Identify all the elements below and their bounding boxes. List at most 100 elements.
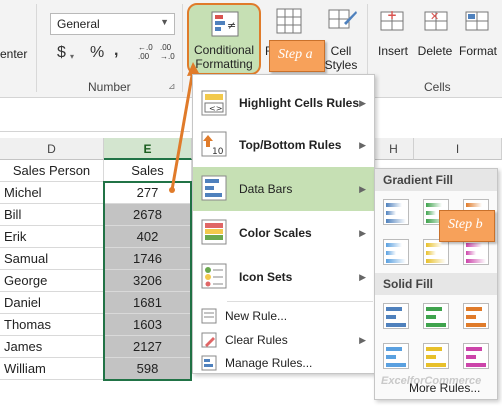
- delete-button[interactable]: Delete: [414, 44, 456, 58]
- submenu-arrow-icon: ▶: [359, 227, 366, 238]
- submenu-arrow-icon: ▶: [359, 139, 366, 150]
- top-bottom-icon: 10: [201, 131, 227, 157]
- menu-item-manage-rules[interactable]: Manage Rules...: [193, 352, 374, 374]
- gradient-fill-bar-option[interactable]: [423, 239, 449, 265]
- svg-text:<>: <>: [209, 104, 222, 113]
- column-header-h[interactable]: H: [374, 138, 414, 160]
- cells-group-label: Cells: [424, 80, 451, 94]
- sales-value-cell[interactable]: 1681: [104, 292, 192, 314]
- submenu-arrow-icon: ▶: [359, 334, 366, 345]
- percent-button[interactable]: %: [90, 44, 104, 62]
- delete-icon: ✕: [424, 10, 448, 31]
- alignment-label-fragment: enter: [0, 47, 28, 61]
- sales-person-cell[interactable]: Samual: [0, 248, 104, 270]
- header-sales-person[interactable]: Sales Person: [0, 160, 104, 182]
- chevron-down-icon: ▾: [70, 52, 75, 61]
- svg-text:10: 10: [212, 147, 224, 157]
- number-format-value: General: [57, 17, 100, 31]
- more-rules-link[interactable]: More Rules...: [409, 381, 480, 395]
- sales-value-cell[interactable]: 1746: [104, 248, 192, 270]
- menu-divider: [227, 301, 373, 302]
- number-group-label: Number: [88, 80, 131, 94]
- solid-fill-bar-option[interactable]: [383, 303, 409, 329]
- currency-button[interactable]: $: [57, 44, 66, 62]
- highlight-cells-icon: <>: [201, 90, 227, 116]
- decrease-decimal-button[interactable]: .00 →.0: [160, 43, 175, 61]
- data-bars-submenu: Gradient Fill Solid Fill ExcelforCommerc…: [374, 168, 498, 400]
- menu-item-top-bottom-rules[interactable]: 10 Top/Bottom Rules ▶: [193, 123, 374, 167]
- sales-person-cell[interactable]: Michel: [0, 182, 104, 204]
- table-row: James 2127: [0, 336, 192, 358]
- conditional-formatting-menu: <> Highlight Cells Rules ▶ 10 Top/Bottom…: [192, 74, 375, 374]
- gradient-fill-heading: Gradient Fill: [375, 169, 497, 191]
- svg-text:✕: ✕: [430, 10, 439, 23]
- table-row: William 598: [0, 358, 192, 380]
- format-cells-icon: [465, 11, 489, 31]
- menu-item-label: Manage Rules...: [225, 356, 313, 370]
- increase-decimal-button[interactable]: ←.0 .00: [138, 43, 153, 61]
- menu-item-clear-rules[interactable]: Clear Rules ▶: [193, 328, 374, 352]
- sales-value-cell[interactable]: 402: [104, 226, 192, 248]
- svg-text:≠: ≠: [227, 19, 236, 32]
- insert-label: Insert: [377, 44, 408, 58]
- sales-person-cell[interactable]: Bill: [0, 204, 104, 226]
- table-row: Daniel 1681: [0, 292, 192, 314]
- new-rule-icon: [201, 308, 217, 324]
- menu-item-label: Highlight Cells Rules: [239, 96, 360, 110]
- format-label: Format: [458, 44, 497, 58]
- column-header-i[interactable]: I: [414, 138, 502, 160]
- conditional-formatting-label: Conditional: [193, 43, 255, 57]
- menu-item-new-rule[interactable]: New Rule...: [193, 304, 374, 328]
- sales-value-cell[interactable]: 2127: [104, 336, 192, 358]
- icon-sets-icon: [201, 263, 227, 289]
- submenu-arrow-icon: ▶: [359, 97, 366, 108]
- format-button[interactable]: Format: [456, 44, 500, 58]
- sales-value-cell[interactable]: 1603: [104, 314, 192, 336]
- submenu-arrow-icon: ▶: [359, 183, 366, 194]
- menu-item-data-bars[interactable]: Data Bars ▶: [193, 167, 374, 211]
- solid-fill-bar-option[interactable]: [423, 303, 449, 329]
- table-row: Samual 1746: [0, 248, 192, 270]
- menu-item-label: New Rule...: [225, 309, 288, 323]
- solid-fill-bar-option[interactable]: [463, 343, 489, 369]
- sales-person-cell[interactable]: James: [0, 336, 104, 358]
- menu-item-label: Color Scales: [239, 226, 312, 240]
- group-separator: [36, 4, 37, 92]
- menu-item-label: Top/Bottom Rules: [239, 138, 342, 152]
- table-row: Thomas 1603: [0, 314, 192, 336]
- clear-rules-icon: [201, 332, 217, 348]
- menu-item-icon-sets[interactable]: Icon Sets ▶: [193, 255, 374, 299]
- insert-button[interactable]: Insert: [372, 44, 414, 58]
- sales-person-cell[interactable]: Thomas: [0, 314, 104, 336]
- menu-item-color-scales[interactable]: Color Scales ▶: [193, 211, 374, 255]
- menu-item-highlight-cells-rules[interactable]: <> Highlight Cells Rules ▶: [193, 83, 374, 123]
- menu-item-label: Clear Rules: [225, 333, 288, 347]
- color-scales-icon: [201, 219, 227, 245]
- sales-person-cell[interactable]: William: [0, 358, 104, 380]
- number-format-select[interactable]: General ▼: [50, 13, 175, 35]
- step-a-callout: Step a: [269, 40, 325, 72]
- submenu-arrow-icon: ▶: [359, 271, 366, 282]
- sales-person-cell[interactable]: Daniel: [0, 292, 104, 314]
- step-b-callout: Step b: [439, 210, 495, 242]
- menu-item-label: Data Bars: [239, 182, 293, 196]
- sales-person-cell[interactable]: George: [0, 270, 104, 292]
- solid-fill-bar-option[interactable]: [463, 303, 489, 329]
- solid-fill-bar-option[interactable]: [383, 343, 409, 369]
- gradient-fill-bar-option[interactable]: [463, 239, 489, 265]
- data-bars-icon: [201, 175, 227, 201]
- gradient-fill-bar-option[interactable]: [383, 239, 409, 265]
- sales-value-cell[interactable]: 598: [104, 358, 192, 380]
- sales-person-cell[interactable]: Erik: [0, 226, 104, 248]
- solid-fill-heading: Solid Fill: [375, 273, 497, 295]
- column-header-d[interactable]: D: [0, 138, 104, 160]
- gradient-fill-bar-option[interactable]: [383, 199, 409, 225]
- format-as-table-icon[interactable]: [276, 8, 302, 34]
- solid-fill-bar-option[interactable]: [423, 343, 449, 369]
- menu-item-label: Icon Sets: [239, 270, 293, 284]
- sales-value-cell[interactable]: 2678: [104, 204, 192, 226]
- table-row: George 3206: [0, 270, 192, 292]
- comma-button[interactable]: ,: [114, 42, 118, 60]
- svg-text:+: +: [387, 8, 397, 22]
- sales-value-cell[interactable]: 3206: [104, 270, 192, 292]
